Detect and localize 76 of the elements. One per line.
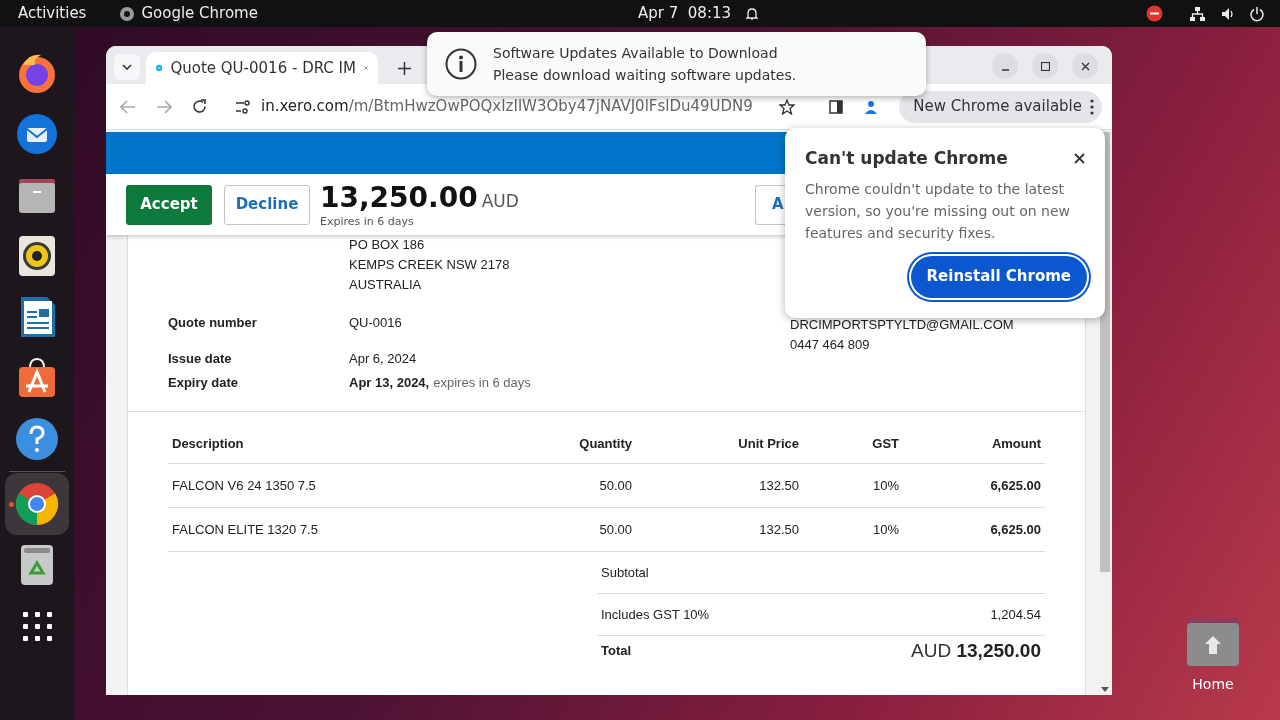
detail-note: expires in 6 days [433, 374, 531, 393]
table-cell-text: 6,625.00 [989, 476, 1041, 495]
address-line: AUSTRALIA [349, 276, 423, 294]
new-tab-icon[interactable] [398, 62, 411, 75]
site-settings-icon[interactable] [235, 99, 251, 114]
grand-total: AUD 13,250.00 [911, 640, 1041, 662]
detail-value: Apr 6, 2024 [349, 350, 417, 369]
profile-icon[interactable] [863, 98, 880, 115]
notification-banner[interactable]: Software Updates Available to Download Please download waiting software updates. [427, 32, 926, 96]
table-cell-text: 6,625.00 [989, 520, 1041, 539]
detail-label: Quote number [168, 314, 258, 333]
contact-line: DRCIMPORTSPTYLTD@GMAIL.COM [790, 316, 1014, 334]
browser-logo-icon[interactable] [15, 482, 59, 526]
update-chip[interactable]: New Chrome available [899, 90, 1102, 123]
app-icon [119, 5, 136, 22]
info-icon [445, 48, 477, 80]
do-not-disturb-icon[interactable] [1146, 5, 1163, 22]
column-header: Description [172, 434, 245, 453]
close-icon [1080, 61, 1090, 71]
detail-label: Issue date [168, 350, 233, 369]
minimize-icon [1000, 68, 1010, 71]
notification-title: Software Updates Available to Download [493, 43, 779, 63]
address-line: KEMPS CREEK NSW 2178 [349, 256, 511, 274]
side-panel-icon[interactable] [829, 99, 844, 114]
total-label: Total [601, 642, 632, 661]
maximize-button[interactable] [1032, 53, 1058, 79]
column-header: Quantity [578, 434, 632, 453]
url-text: in.xero.com/m/BtmHwzOwPOQxIzIlW3Oby47jNAVJ0lFslDu49UDN9 [261, 96, 753, 118]
help-icon[interactable] [15, 417, 59, 461]
more-icon [1090, 98, 1094, 115]
accept-button[interactable]: Accept [126, 184, 212, 225]
desktop-icon-label[interactable]: Home [1192, 674, 1234, 695]
tab-search-button[interactable] [114, 54, 140, 80]
detail-value: Apr 13, 2024, [349, 374, 430, 393]
power-icon[interactable] [1249, 5, 1265, 22]
totals-value: 1,204.54 [990, 605, 1041, 624]
table-cell-text: 50.00 [598, 520, 632, 539]
expiry-note: Expires in 6 days [320, 214, 415, 230]
address-line: PO BOX 186 [349, 236, 426, 254]
maximize-icon [1040, 61, 1050, 71]
bird-envelope-icon[interactable] [15, 112, 59, 156]
decline-button[interactable]: Decline [224, 184, 310, 225]
notification-body: Please download waiting software updates. [493, 65, 797, 85]
chevron-down-icon [122, 64, 132, 70]
totals-label: Includes GST 10% [601, 605, 710, 624]
folder-icon[interactable] [1185, 618, 1241, 666]
bell-icon[interactable] [744, 5, 760, 22]
table-cell-text: 132.50 [758, 476, 799, 495]
network-icon[interactable] [1189, 5, 1206, 22]
app-menu[interactable]: Google Chrome [141, 2, 258, 25]
close-window-button[interactable] [1072, 53, 1098, 79]
close-icon[interactable] [1074, 153, 1085, 165]
table-cell-text: 50.00 [598, 476, 632, 495]
clock[interactable]: Apr 7 08:13 [638, 2, 732, 25]
table-cell-text: FALCON V6 24 1350 7.5 [172, 476, 317, 495]
currency-label: AUD [481, 189, 519, 213]
detail-label: Expiry date [168, 374, 240, 393]
column-header: Amount [990, 434, 1041, 453]
activities-button[interactable]: Activities [18, 2, 87, 25]
table-cell-text: 132.50 [758, 520, 799, 539]
contact-line: 0447 464 809 [790, 336, 871, 354]
detail-value: QU-0016 [349, 314, 402, 333]
popup-title: Can't update Chrome [805, 147, 1008, 170]
tab-title: Quote QU-0016 - DRC IM [170, 57, 356, 79]
reload-icon[interactable] [192, 99, 207, 114]
star-icon[interactable] [779, 98, 796, 115]
totals-label: Subtotal [601, 563, 649, 582]
table-cell-text: 10% [871, 476, 899, 495]
quote-total: 13,250.00 [320, 182, 478, 213]
scroll-down-icon[interactable] [1101, 687, 1109, 692]
table-cell-text: FALCON ELITE 1320 7.5 [172, 520, 319, 539]
column-header: GST [871, 434, 899, 453]
browser-tab[interactable]: Quote QU-0016 - DRC IM [146, 52, 378, 84]
column-header: Unit Price [737, 434, 799, 453]
popup-message: Chrome couldn't update to the latest version, so you're missing out on new features and security fixes. [805, 179, 1071, 243]
table-cell-text: 10% [871, 520, 899, 539]
